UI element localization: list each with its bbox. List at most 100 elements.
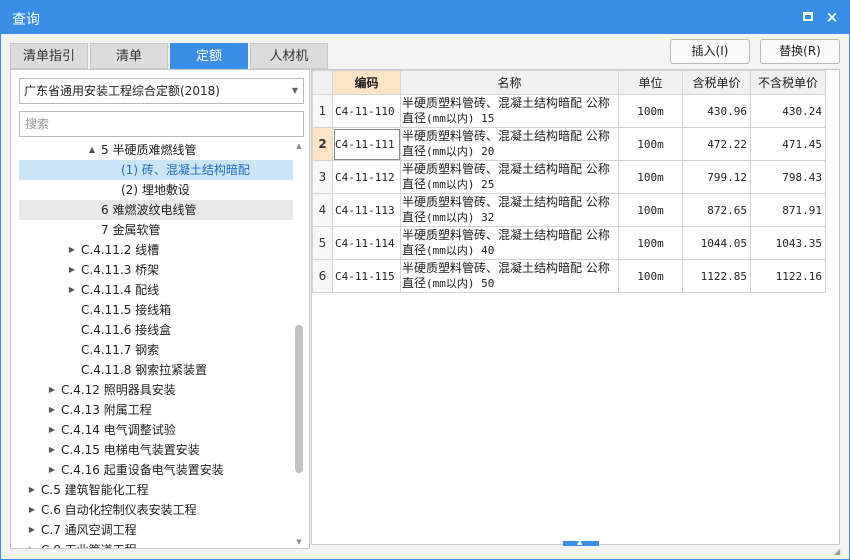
cell-unit[interactable]: 100m	[618, 259, 683, 293]
cell-unit[interactable]: 100m	[618, 160, 683, 194]
cell-name[interactable]: 半硬质塑料管砖、混凝土结构暗配 公称直径(mm以内) 40	[400, 226, 619, 260]
maximize-icon[interactable]	[800, 9, 816, 25]
quota-library-select[interactable]: 广东省通用安装工程综合定额(2018) ▼	[19, 78, 304, 104]
table-row[interactable]: 1 C4-11-110 半硬质塑料管砖、混凝土结构暗配 公称直径(mm以内) 15 1…	[312, 94, 826, 128]
cell-price-notax[interactable]: 430.24	[750, 94, 826, 128]
expand-arrow-icon[interactable]: ▶	[67, 260, 77, 280]
cell-price-tax[interactable]: 430.96	[682, 94, 751, 128]
resize-grip-icon[interactable]: ◢	[834, 547, 840, 556]
cell-code[interactable]: C4-11-114	[332, 226, 401, 260]
cell-price-notax[interactable]: 798.43	[750, 160, 826, 194]
expand-arrow-icon[interactable]: ▶	[47, 400, 57, 420]
cell-code[interactable]: C4-11-115	[332, 259, 401, 293]
cell-unit[interactable]: 100m	[618, 193, 683, 227]
cell-name[interactable]: 半硬质塑料管砖、混凝土结构暗配 公称直径(mm以内) 25	[400, 160, 619, 194]
cell-name[interactable]: 半硬质塑料管砖、混凝土结构暗配 公称直径(mm以内) 20	[400, 127, 619, 161]
tab-list-guide[interactable]: 清单指引	[10, 43, 88, 69]
tree-item[interactable]: 6 难燃波纹电线管	[19, 200, 293, 220]
expand-arrow-icon[interactable]: ▶	[67, 280, 77, 300]
expand-arrow-icon[interactable]: ▶	[27, 520, 37, 540]
cell-price-tax[interactable]: 872.65	[682, 193, 751, 227]
expand-arrow-icon[interactable]: ▶	[27, 540, 37, 548]
cell-price-notax[interactable]: 471.45	[750, 127, 826, 161]
cell-name-spec: (mm以内) 15	[426, 112, 495, 125]
collapse-arrow-icon[interactable]: ▲	[87, 140, 97, 160]
cell-name[interactable]: 半硬质塑料管砖、混凝土结构暗配 公称直径(mm以内) 32	[400, 193, 619, 227]
tree-item[interactable]: ▶ C.8 工业管道工程	[19, 540, 293, 548]
tree-item[interactable]: ▶ C.4.12 照明器具安装	[19, 380, 293, 400]
tree-item[interactable]: 7 金属软管	[19, 220, 293, 240]
replace-button[interactable]: 替换(R)	[760, 39, 840, 64]
tree-scrollbar[interactable]: ▲ ▼	[293, 140, 305, 548]
tree-item[interactable]: (1) 砖、混凝土结构暗配	[19, 160, 293, 180]
header-code[interactable]: 编码	[332, 70, 401, 95]
header-price-tax[interactable]: 含税单价	[682, 70, 751, 95]
header-unit[interactable]: 单位	[618, 70, 683, 95]
cell-name[interactable]: 半硬质塑料管砖、混凝土结构暗配 公称直径(mm以内) 50	[400, 259, 619, 293]
expand-arrow-icon[interactable]: ▶	[67, 240, 77, 260]
close-icon[interactable]: ×	[824, 9, 840, 25]
table-row[interactable]: 3 C4-11-112 半硬质塑料管砖、混凝土结构暗配 公称直径(mm以内) 25 1…	[312, 160, 826, 194]
tree-item[interactable]: ▶ C.4.16 起重设备电气装置安装	[19, 460, 293, 480]
expand-arrow-icon[interactable]: ▶	[47, 380, 57, 400]
tree-item-label: C.4.11.3 桥架	[81, 263, 160, 277]
tree-item[interactable]: ▶ C.4.14 电气调整试验	[19, 420, 293, 440]
cell-code[interactable]: C4-11-111	[332, 127, 401, 161]
tree-item[interactable]: ▶ C.4.11.3 桥架	[19, 260, 293, 280]
cell-code[interactable]: C4-11-112	[332, 160, 401, 194]
cell-price-tax[interactable]: 799.12	[682, 160, 751, 194]
quota-grid: 编码 名称 单位 含税单价 不含税单价 1 C4-11-110 半硬质塑料管砖、混凝…	[311, 69, 840, 545]
cell-unit[interactable]: 100m	[618, 94, 683, 128]
insert-button[interactable]: 插入(I)	[670, 39, 750, 64]
tree-item[interactable]: C.4.11.7 钢索	[19, 340, 293, 360]
expand-arrow-icon[interactable]: ▶	[47, 420, 57, 440]
window-title: 查询	[12, 12, 40, 28]
tree-item[interactable]: ▶ C.4.11.2 线槽	[19, 240, 293, 260]
tab-list[interactable]: 清单	[90, 43, 168, 69]
table-row[interactable]: 6 C4-11-115 半硬质塑料管砖、混凝土结构暗配 公称直径(mm以内) 50 1…	[312, 259, 826, 293]
tree-item[interactable]: ▶ C.5 建筑智能化工程	[19, 480, 293, 500]
expand-arrow-icon[interactable]: ▶	[27, 500, 37, 520]
expand-arrow-icon[interactable]: ▶	[47, 460, 57, 480]
tab-labor-material-machine[interactable]: 人材机	[250, 43, 328, 69]
table-row[interactable]: 4 C4-11-113 半硬质塑料管砖、混凝土结构暗配 公称直径(mm以内) 32 1…	[312, 193, 826, 227]
tree-item-label: C.4.13 附属工程	[61, 403, 152, 417]
tree-item[interactable]: C.4.11.6 接线盒	[19, 320, 293, 340]
table-row[interactable]: 5 C4-11-114 半硬质塑料管砖、混凝土结构暗配 公称直径(mm以内) 40 1…	[312, 226, 826, 260]
tab-quota[interactable]: 定额	[170, 43, 248, 69]
tree-item-label: C.4.14 电气调整试验	[61, 423, 176, 437]
tree-item[interactable]: (2) 埋地敷设	[19, 180, 293, 200]
splitter-handle[interactable]: ▲	[563, 538, 599, 546]
tree-item[interactable]: C.4.11.5 接线箱	[19, 300, 293, 320]
cell-price-tax[interactable]: 472.22	[682, 127, 751, 161]
cell-code[interactable]: C4-11-110	[332, 94, 401, 128]
cell-price-notax[interactable]: 1122.16	[750, 259, 826, 293]
tree-item-label: 7 金属软管	[101, 223, 161, 237]
row-number: 5	[312, 226, 333, 260]
tree-item[interactable]: C.4.11.8 钢索拉紧装置	[19, 360, 293, 380]
tree-item[interactable]: ▶ C.4.15 电梯电气装置安装	[19, 440, 293, 460]
cell-unit[interactable]: 100m	[618, 127, 683, 161]
cell-price-tax[interactable]: 1122.85	[682, 259, 751, 293]
search-input[interactable]	[19, 111, 304, 137]
scroll-down-icon[interactable]: ▼	[293, 536, 305, 548]
cell-unit[interactable]: 100m	[618, 226, 683, 260]
expand-arrow-icon[interactable]: ▶	[27, 480, 37, 500]
tree-item[interactable]: ▶ C.7 通风空调工程	[19, 520, 293, 540]
table-row[interactable]: 2 C4-11-111 半硬质塑料管砖、混凝土结构暗配 公称直径(mm以内) 20 1…	[312, 127, 826, 161]
tree-item[interactable]: ▲ 5 半硬质难燃线管	[19, 140, 293, 160]
cell-price-notax[interactable]: 871.91	[750, 193, 826, 227]
tree-item[interactable]: ▶ C.4.11.4 配线	[19, 280, 293, 300]
tree-item[interactable]: ▶ C.4.13 附属工程	[19, 400, 293, 420]
scroll-up-icon[interactable]: ▲	[293, 140, 305, 152]
cell-code[interactable]: C4-11-113	[332, 193, 401, 227]
header-name[interactable]: 名称	[400, 70, 619, 95]
tree-item[interactable]: ▶ C.6 自动化控制仪表安装工程	[19, 500, 293, 520]
cell-price-notax[interactable]: 1043.35	[750, 226, 826, 260]
expand-arrow-icon[interactable]: ▶	[47, 440, 57, 460]
row-number: 2	[312, 127, 333, 161]
cell-name[interactable]: 半硬质塑料管砖、混凝土结构暗配 公称直径(mm以内) 15	[400, 94, 619, 128]
cell-price-tax[interactable]: 1044.05	[682, 226, 751, 260]
scroll-thumb[interactable]	[295, 325, 303, 473]
header-price-notax[interactable]: 不含税单价	[750, 70, 826, 95]
